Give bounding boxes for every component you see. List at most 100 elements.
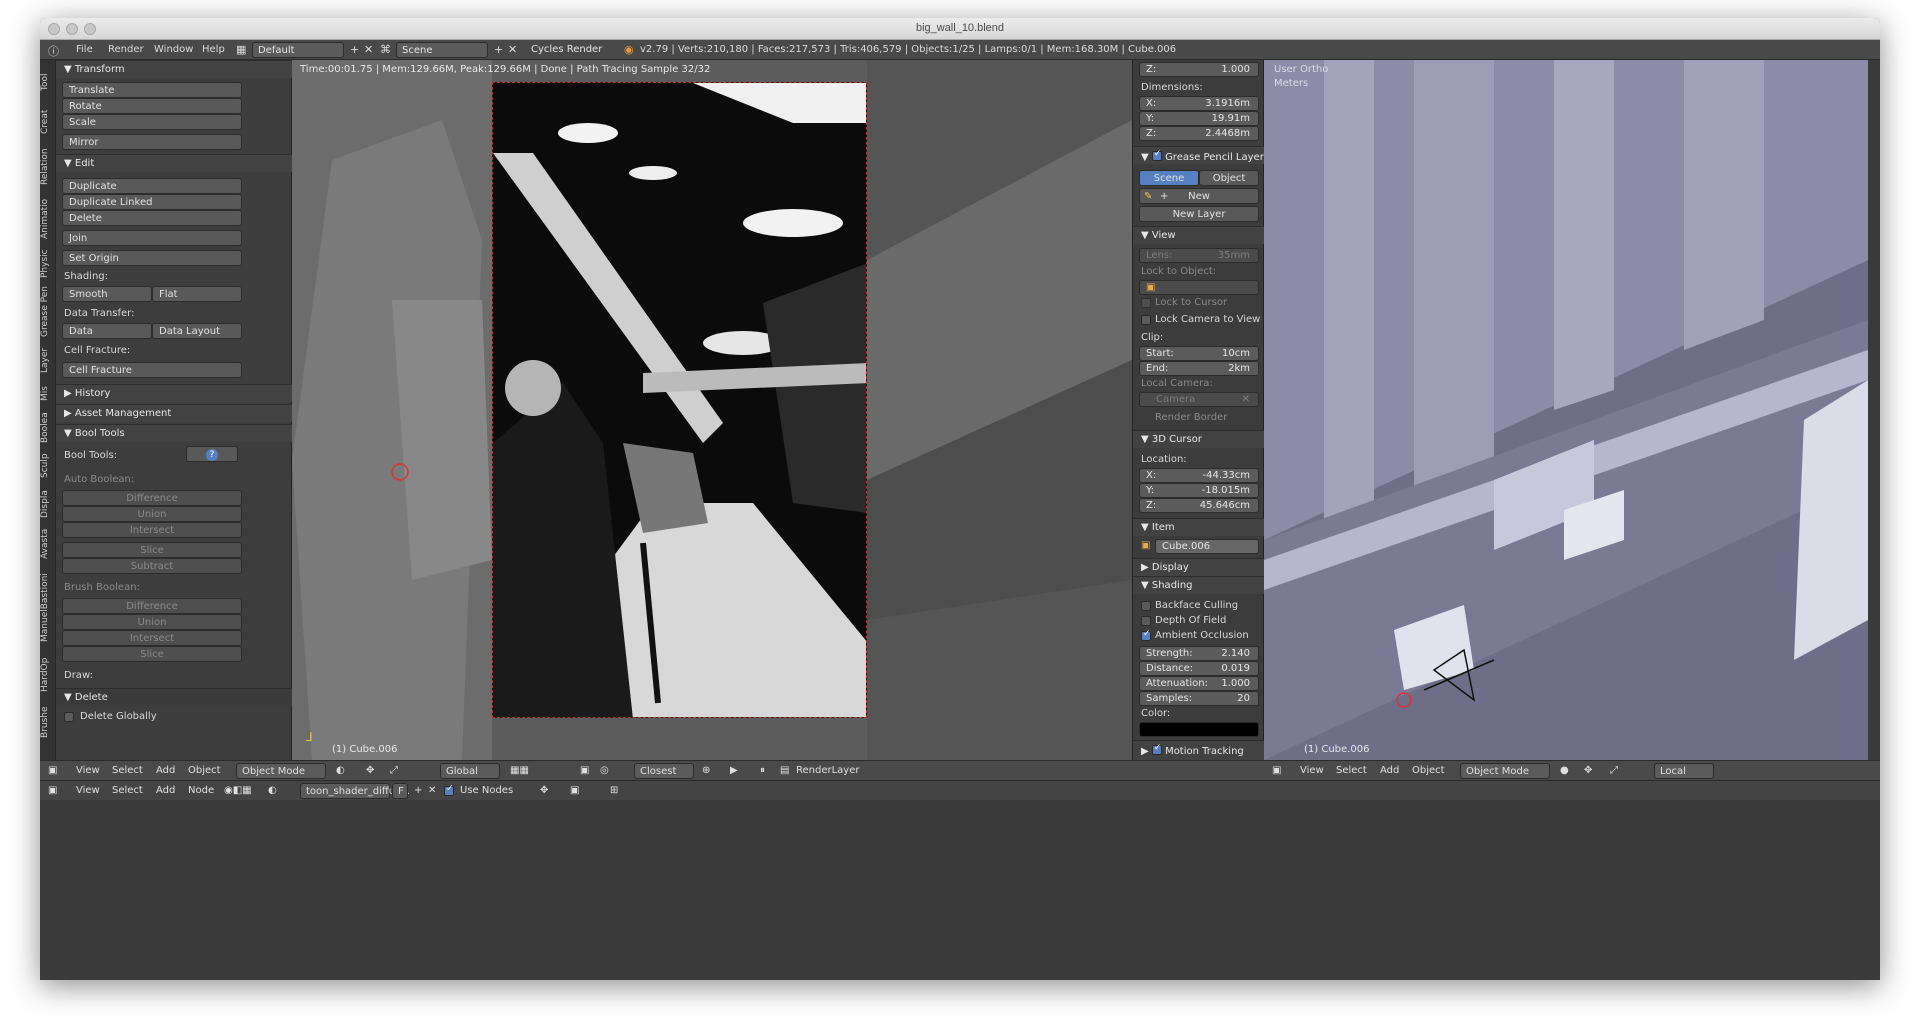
v2-editor-type-icon[interactable]: ▣ (1272, 765, 1281, 776)
clear-camera-icon[interactable]: ✕ (1242, 394, 1250, 405)
viewport-render[interactable]: Time:00:01.75 | Mem:129.66M, Peak:129.66… (292, 60, 1132, 760)
material-icon[interactable]: ◐ (268, 785, 277, 796)
v2-menu-object[interactable]: Object (1412, 765, 1445, 776)
node-menu-select[interactable]: Select (112, 785, 143, 796)
tab-create[interactable]: Creat (40, 104, 56, 140)
menu-window[interactable]: Window (154, 44, 193, 55)
lock-object-field[interactable]: ▣ (1139, 280, 1259, 295)
auto-slice-button[interactable]: Slice (62, 542, 242, 558)
data-transfer-button[interactable]: Data (62, 323, 152, 339)
pause-icon[interactable]: ⏸ (760, 765, 765, 776)
v2-menu-add[interactable]: Add (1380, 765, 1399, 776)
manipulator-icon[interactable]: ⤢ (390, 765, 398, 776)
use-nodes-checkbox[interactable] (444, 784, 454, 796)
cursor-panel-header[interactable]: ▼ 3D Cursor (1133, 430, 1265, 448)
menu-help[interactable]: Help (202, 44, 225, 55)
v1-render-layer[interactable]: RenderLayer (796, 765, 859, 776)
fake-user-button[interactable]: F (392, 783, 408, 799)
remove-scene-icon[interactable]: ✕ (508, 43, 517, 56)
tab-avasta[interactable]: Avasta (40, 524, 56, 564)
auto-difference-button[interactable]: Difference (62, 490, 242, 506)
panel-edit-header[interactable]: ▼ Edit (56, 154, 292, 172)
layout-field[interactable]: Default (252, 42, 344, 58)
info-editor-icon[interactable]: ⓘ (48, 43, 59, 59)
snap-node-icon[interactable]: ▣ (570, 785, 579, 796)
panel-delete-header[interactable]: ▼ Delete (56, 688, 292, 706)
render-engine-select[interactable]: Cycles Render (526, 42, 612, 58)
opengl-render-icon[interactable]: ▶ (730, 765, 738, 776)
clip-end-field[interactable]: End: 2km (1139, 361, 1259, 376)
v2-menu-select[interactable]: Select (1336, 765, 1367, 776)
tab-brushes[interactable]: Brushe (40, 700, 56, 744)
pivot-icon[interactable]: ✥ (366, 765, 374, 776)
scene-field[interactable]: Scene (396, 42, 488, 58)
proportional-edit-icon[interactable]: ◎ (600, 765, 609, 776)
lens-field[interactable]: Lens: 35mm (1139, 248, 1259, 263)
v1-menu-object[interactable]: Object (188, 765, 221, 776)
bool-help-button[interactable]: ? (186, 446, 238, 462)
panel-history-header[interactable]: ▶ History (56, 384, 292, 402)
v2-manipulator-icon[interactable]: ⤢ (1610, 765, 1618, 776)
scene-icon[interactable]: ⌘ (380, 43, 391, 56)
cursor-x-field[interactable]: X: -44.33cm (1139, 468, 1259, 483)
v2-mode-select[interactable]: Object Mode (1460, 763, 1550, 779)
tab-manuelbastioni[interactable]: ManuelBastioni (40, 566, 56, 650)
set-origin-button[interactable]: Set Origin (62, 250, 242, 266)
mirror-button[interactable]: Mirror (62, 134, 242, 150)
auto-intersect-button[interactable]: Intersect (62, 522, 242, 538)
v2-orientation-select[interactable]: Local (1654, 763, 1714, 779)
node-menu-add[interactable]: Add (156, 785, 175, 796)
ao-color-swatch[interactable] (1139, 722, 1259, 737)
ao-attenuation-field[interactable]: Attenuation: 1.000 (1139, 676, 1259, 691)
remove-layout-icon[interactable]: ✕ (364, 43, 373, 56)
motion-tracking-checkbox[interactable] (1151, 743, 1162, 755)
lock-camera-checkbox[interactable] (1141, 315, 1151, 325)
layer-buttons-icon[interactable]: ▦▦ (510, 765, 529, 776)
snap-icon[interactable]: ⊕ (702, 765, 710, 776)
ambient-occlusion-checkbox[interactable] (1141, 629, 1151, 641)
duplicate-button[interactable]: Duplicate (62, 178, 242, 194)
data-layout-button[interactable]: Data Layout (152, 323, 242, 339)
node-menu-view[interactable]: View (76, 785, 100, 796)
v1-menu-view[interactable]: View (76, 765, 100, 776)
panel-asset-header[interactable]: ▶ Asset Management (56, 404, 292, 422)
location-z-field[interactable]: Z: 1.000 (1139, 62, 1259, 77)
tab-grease-pencil[interactable]: Grease Pen (40, 284, 56, 340)
v2-shading-icon[interactable]: ● (1560, 765, 1569, 776)
menu-file[interactable]: File (76, 44, 93, 55)
ao-distance-field[interactable]: Distance: 0.019 (1139, 661, 1259, 676)
tab-sculpt[interactable]: Sculp (40, 448, 56, 484)
v1-mode-select[interactable]: Object Mode (236, 763, 326, 779)
delete-button[interactable]: Delete (62, 210, 242, 226)
dimension-x-field[interactable]: X: 3.1916m (1139, 96, 1259, 111)
grease-object-tab[interactable]: Object (1199, 170, 1259, 186)
menu-render[interactable]: Render (108, 44, 144, 55)
shading-panel-header[interactable]: ▼ Shading (1133, 576, 1265, 594)
shader-type-icons[interactable]: ◉◧▦ (224, 785, 252, 796)
item-name-field[interactable]: Cube.006 (1155, 539, 1259, 554)
node-editor-type-icon[interactable]: ▣ (48, 785, 57, 796)
translate-button[interactable]: Translate (62, 82, 242, 98)
v1-snap-select[interactable]: Closest (634, 763, 694, 779)
render-preview-icon[interactable]: ▣ (580, 765, 589, 776)
brush-difference-button[interactable]: Difference (62, 598, 242, 614)
lock-to-cursor-checkbox[interactable] (1141, 298, 1151, 308)
tab-physics[interactable]: Physic (40, 246, 56, 282)
tab-relation[interactable]: Relation (40, 142, 56, 192)
panel-bool-header[interactable]: ▼ Bool Tools (56, 424, 292, 442)
brush-intersect-button[interactable]: Intersect (62, 630, 242, 646)
item-panel-header[interactable]: ▼ Item (1133, 518, 1265, 536)
add-layout-icon[interactable]: + (350, 43, 359, 56)
v2-menu-view[interactable]: View (1300, 765, 1324, 776)
node-menu-node[interactable]: Node (188, 785, 214, 796)
ao-strength-field[interactable]: Strength: 2.140 (1139, 646, 1259, 661)
join-button[interactable]: Join (62, 230, 242, 246)
tab-display[interactable]: Displa (40, 486, 56, 522)
local-camera-field[interactable]: Camera ✕ (1139, 392, 1259, 407)
depth-of-field-checkbox[interactable] (1141, 616, 1151, 626)
delete-globally-checkbox[interactable] (64, 712, 74, 722)
cursor-y-field[interactable]: Y: -18.015m (1139, 483, 1259, 498)
editor-type-icon[interactable]: ▣ (48, 765, 57, 776)
tab-boolean[interactable]: Boolea (40, 410, 56, 446)
brush-slice-button[interactable]: Slice (62, 646, 242, 662)
